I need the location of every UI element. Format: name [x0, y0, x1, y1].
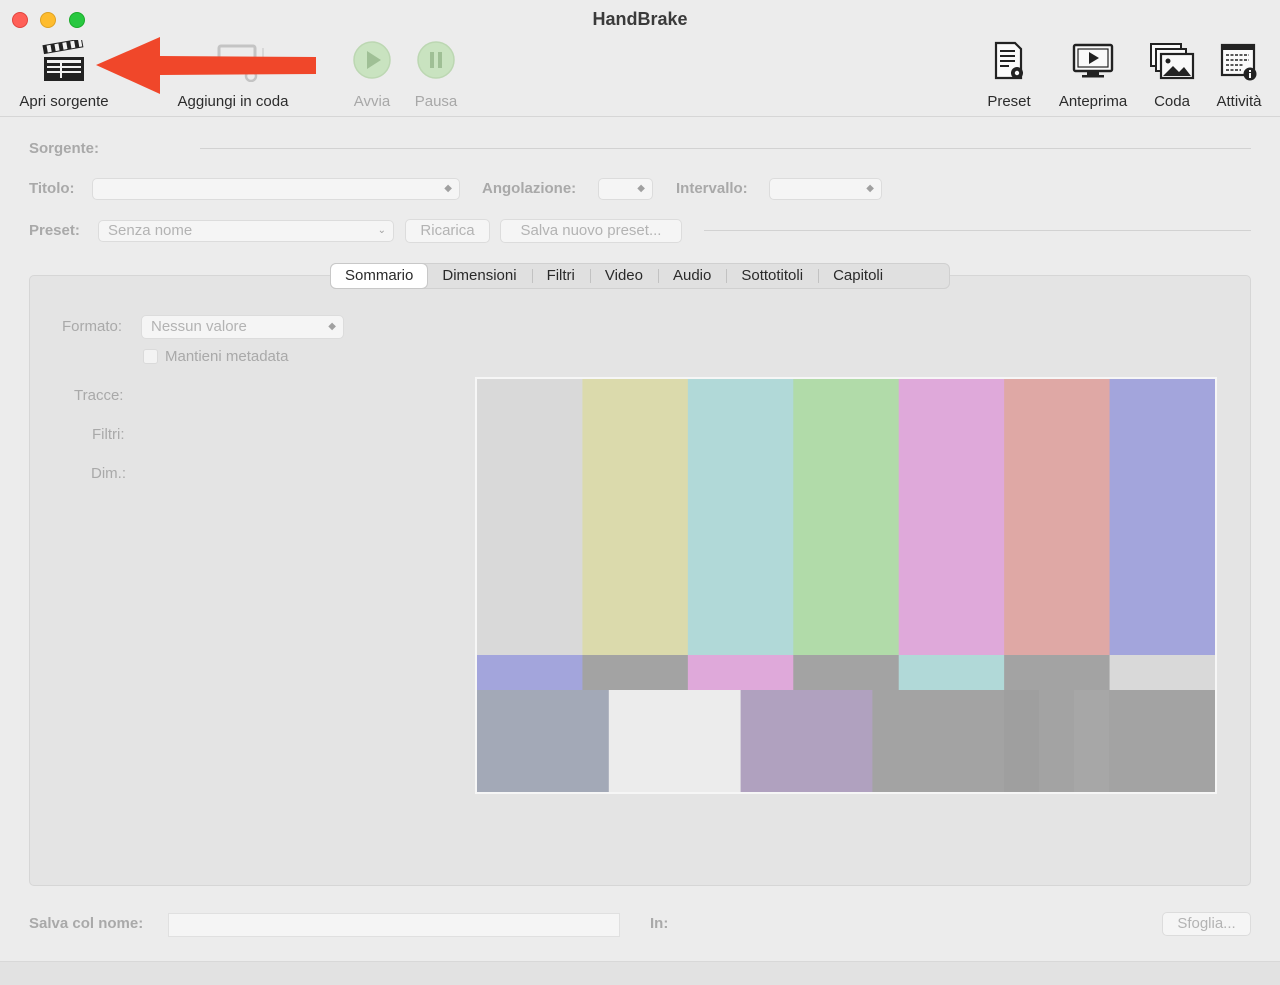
preview-image	[475, 377, 1217, 794]
preset-popup-value: Senza nome	[108, 222, 193, 239]
open-source-label: Apri sorgente	[19, 93, 109, 110]
preview-label: Anteprima	[1058, 93, 1128, 110]
activity-label: Attività	[1216, 93, 1262, 110]
dimensions-label: Dim.:	[91, 465, 126, 482]
popup-arrows-icon: ◆	[328, 321, 336, 332]
destination-in-label: In:	[650, 915, 669, 932]
tab-filters[interactable]: Filtri	[531, 264, 590, 288]
popup-arrows-icon: ◆	[444, 183, 452, 194]
color-bar-top	[477, 379, 583, 655]
range-label: Intervallo:	[676, 180, 748, 197]
clapperboard-icon	[42, 40, 84, 81]
activity-log-icon	[1220, 43, 1257, 81]
preset-divider	[704, 230, 1251, 231]
status-bar	[0, 961, 1280, 985]
source-label: Sorgente:	[29, 140, 100, 157]
handbrake-window: HandBrake Apri sorgente Aggiungi in coda…	[0, 0, 1280, 985]
color-bar-middle	[687, 655, 794, 690]
format-label: Formato:	[62, 318, 123, 335]
color-bar-bottom	[740, 690, 873, 792]
color-bar-top	[582, 379, 689, 655]
tab-summary[interactable]: Sommario	[331, 264, 428, 288]
color-bar-top	[1109, 379, 1215, 655]
color-bar-middle	[793, 655, 900, 690]
window-title: HandBrake	[592, 9, 688, 29]
play-icon	[353, 41, 391, 79]
color-bar-middle	[582, 655, 689, 690]
browse-button[interactable]: Sfoglia...	[1162, 912, 1251, 936]
color-bar-top	[898, 379, 1005, 655]
color-bar-middle	[898, 655, 1005, 690]
toolbar: HandBrake Apri sorgente Aggiungi in coda…	[0, 0, 1280, 117]
start-label: Avvia	[353, 93, 391, 110]
presets-label: Preset	[987, 93, 1031, 110]
pluge-bar	[1074, 690, 1109, 792]
queue-label: Coda	[1154, 93, 1190, 110]
tab-subtitles[interactable]: Sottotitoli	[726, 264, 818, 288]
color-bar-middle	[477, 655, 583, 690]
color-bar-top	[687, 379, 794, 655]
pause-icon	[417, 41, 455, 79]
format-popup-value: Nessun valore	[151, 318, 247, 335]
filters-label: Filtri:	[92, 426, 125, 443]
color-bar-middle	[1109, 655, 1215, 690]
chevron-down-icon: ⌄	[377, 225, 386, 236]
source-divider	[200, 148, 1251, 149]
color-bar-top	[793, 379, 900, 655]
color-bars-test-pattern	[477, 379, 1215, 792]
color-bar-top	[1004, 379, 1111, 655]
queue-images-icon	[1150, 43, 1195, 80]
pause-label: Pausa	[414, 93, 458, 110]
annotation-arrow-icon	[96, 37, 316, 94]
tab-dimensions[interactable]: Dimensioni	[427, 264, 531, 288]
save-new-preset-button[interactable]: Salva nuovo preset...	[500, 219, 682, 243]
save-as-label: Salva col nome:	[29, 915, 144, 932]
title-label: Titolo:	[29, 180, 75, 197]
preset-popup[interactable]: Senza nome ⌄	[98, 220, 394, 242]
color-bar-middle	[1004, 655, 1111, 690]
angle-label: Angolazione:	[482, 180, 577, 197]
keep-metadata-checkbox[interactable]	[143, 349, 158, 364]
tab-chapters[interactable]: Capitoli	[818, 264, 898, 288]
keep-metadata-label: Mantieni metadata	[165, 348, 289, 365]
color-bar-bottom	[477, 690, 610, 792]
pluge-bar	[1004, 690, 1039, 792]
preview-monitor-icon	[1072, 43, 1114, 78]
add-to-queue-label: Aggiungi in coda	[177, 93, 289, 110]
reload-preset-button[interactable]: Ricarica	[405, 219, 490, 243]
tab-audio[interactable]: Audio	[657, 264, 726, 288]
popup-arrows-icon: ◆	[866, 183, 874, 194]
preset-label: Preset:	[29, 222, 80, 239]
color-bar-bottom	[608, 690, 742, 792]
title-popup[interactable]: ◆	[92, 178, 460, 200]
tab-video[interactable]: Video	[589, 264, 658, 288]
popup-arrows-icon: ◆	[637, 183, 645, 194]
format-popup[interactable]: Nessun valore ◆	[141, 315, 344, 339]
color-bar-bottom	[872, 690, 1005, 792]
presets-document-gear-icon	[994, 41, 1023, 80]
angle-popup[interactable]: ◆	[598, 178, 653, 200]
save-as-field[interactable]	[168, 913, 620, 937]
tab-bar: Sommario Dimensioni Filtri Video Audio S…	[330, 263, 950, 289]
tracks-label: Tracce:	[74, 387, 124, 404]
range-popup[interactable]: ◆	[769, 178, 882, 200]
